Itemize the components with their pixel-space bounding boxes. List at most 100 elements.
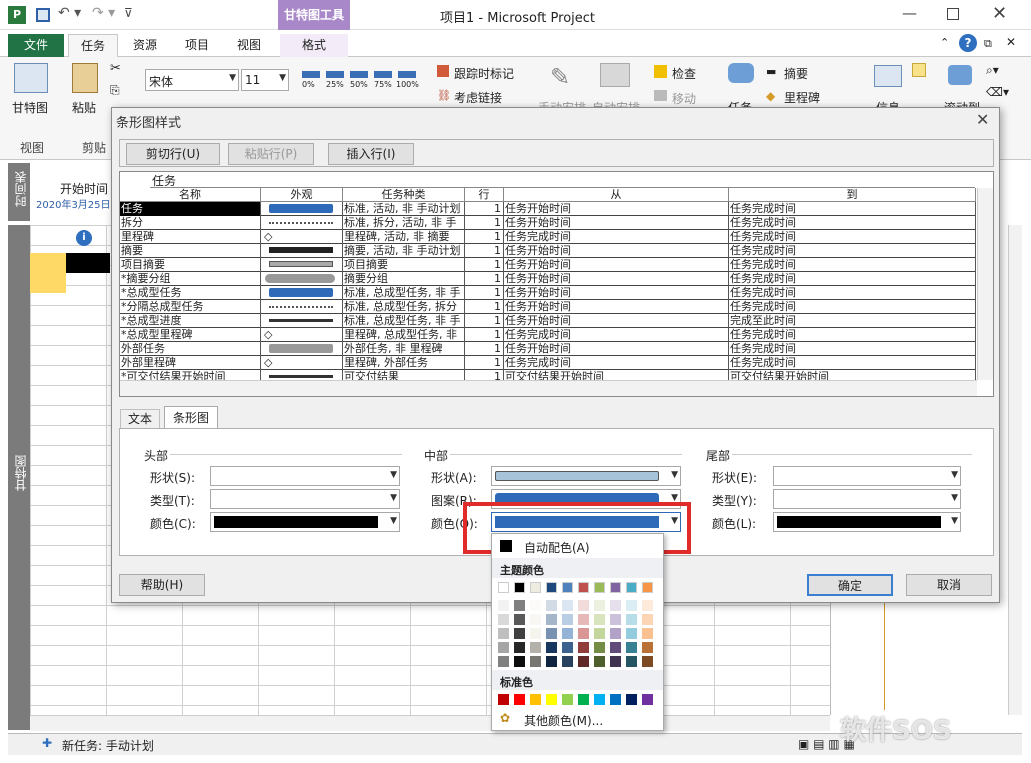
standard-color-swatch[interactable]: [642, 694, 653, 705]
cell-from[interactable]: 任务完成时间: [504, 230, 729, 244]
table-row[interactable]: *总成型进度 标准, 总成型任务, 非 手 1 任务开始时间 完成至此时间: [120, 314, 976, 328]
cell-kind[interactable]: 标准, 总成型任务, 非 手: [343, 286, 465, 300]
table-row[interactable]: 外部任务 外部任务, 非 里程碑 1 任务开始时间 任务完成时间: [120, 342, 976, 356]
theme-color-swatch[interactable]: [498, 614, 509, 625]
standard-color-swatch[interactable]: [514, 694, 525, 705]
cell-name[interactable]: *摘要分组: [120, 272, 261, 286]
gantt-chart-button[interactable]: 甘特图: [12, 99, 48, 116]
redo-icon[interactable]: ↷ ▾: [92, 5, 115, 21]
cell-to[interactable]: 任务完成时间: [729, 300, 976, 314]
new-task-mode[interactable]: 新任务: 手动计划: [62, 737, 154, 754]
table-row[interactable]: *总成型任务 标准, 总成型任务, 非 手 1 任务开始时间 任务完成时间: [120, 286, 976, 300]
cell-appearance[interactable]: [261, 286, 343, 300]
cell-from[interactable]: 任务开始时间: [504, 272, 729, 286]
cell-row[interactable]: 1: [465, 300, 504, 314]
theme-color-swatch[interactable]: [594, 582, 605, 593]
cell-name[interactable]: 摘要: [120, 244, 261, 258]
head-type-select[interactable]: ▼: [210, 489, 400, 509]
table-row[interactable]: 外部里程碑 ◇ 里程碑, 外部任务 1 任务完成时间 任务完成时间: [120, 356, 976, 370]
cell-name[interactable]: *总成型进度: [120, 314, 261, 328]
theme-color-swatch[interactable]: [594, 628, 605, 639]
theme-color-swatch[interactable]: [546, 582, 557, 593]
theme-color-swatch[interactable]: [562, 642, 573, 653]
cell-kind[interactable]: 里程碑, 外部任务: [343, 356, 465, 370]
standard-color-swatch[interactable]: [530, 694, 541, 705]
cell-appearance[interactable]: ◇: [261, 328, 343, 342]
theme-color-swatch[interactable]: [546, 614, 557, 625]
table-row[interactable]: *总成型里程碑 ◇ 里程碑, 总成型任务, 非 1 任务完成时间 任务完成时间: [120, 328, 976, 342]
cell-to[interactable]: 完成至此时间: [729, 314, 976, 328]
theme-color-swatch[interactable]: [530, 614, 541, 625]
pct-100-button[interactable]: 100%: [396, 80, 419, 89]
entry-cell[interactable]: 任务: [150, 172, 975, 188]
more-colors-option[interactable]: 其他颜色(M)...: [524, 712, 603, 729]
theme-color-swatch[interactable]: [514, 600, 525, 611]
cell-appearance[interactable]: ◇: [261, 230, 343, 244]
selected-cell[interactable]: [66, 253, 110, 273]
theme-color-swatch[interactable]: [578, 614, 589, 625]
font-name-select[interactable]: 宋体 ▼: [145, 69, 239, 91]
theme-color-swatch[interactable]: [514, 656, 525, 667]
theme-color-swatch[interactable]: [530, 656, 541, 667]
cell-appearance[interactable]: [261, 202, 343, 216]
theme-color-swatch[interactable]: [626, 656, 637, 667]
table-row[interactable]: *分隔总成型任务 标准, 总成型任务, 拆分 1 任务开始时间 任务完成时间: [120, 300, 976, 314]
close-icon[interactable]: ✕: [992, 3, 1007, 24]
cell-appearance[interactable]: [261, 300, 343, 314]
cell-to[interactable]: 任务完成时间: [729, 272, 976, 286]
table-vscroll[interactable]: [977, 188, 993, 380]
milestone-button[interactable]: 里程碑: [784, 89, 820, 106]
pct-0-bar-icon[interactable]: [302, 71, 320, 78]
tab-bar[interactable]: 条形图: [164, 406, 218, 429]
gantt-side-tab[interactable]: 甘特图: [8, 225, 30, 730]
theme-color-swatch[interactable]: [514, 582, 525, 593]
cell-name[interactable]: 里程碑: [120, 230, 261, 244]
pct-0-button[interactable]: 0%: [302, 80, 315, 89]
cell-kind[interactable]: 摘要, 活动, 非 手动计划: [343, 244, 465, 258]
theme-color-swatch[interactable]: [610, 628, 621, 639]
theme-color-swatch[interactable]: [530, 628, 541, 639]
cut-row-button[interactable]: 剪切行(U): [126, 143, 220, 165]
head-color-select[interactable]: ▼: [210, 512, 400, 532]
standard-color-swatch[interactable]: [546, 694, 557, 705]
cell-name[interactable]: *分隔总成型任务: [120, 300, 261, 314]
vertical-scrollbar[interactable]: [1008, 225, 1022, 715]
table-row[interactable]: 摘要 摘要, 活动, 非 手动计划 1 任务开始时间 任务完成时间: [120, 244, 976, 258]
cell-from[interactable]: 任务开始时间: [504, 244, 729, 258]
theme-color-swatch[interactable]: [498, 600, 509, 611]
standard-color-swatch[interactable]: [578, 694, 589, 705]
cell-to[interactable]: 任务完成时间: [729, 342, 976, 356]
theme-color-swatch[interactable]: [578, 600, 589, 611]
ribbon-collapse-icon[interactable]: ⌃: [940, 36, 949, 49]
help-button[interactable]: 帮助(H): [119, 574, 205, 596]
theme-color-swatch[interactable]: [546, 642, 557, 653]
dialog-close-icon[interactable]: ✕: [976, 110, 989, 129]
tab-format[interactable]: 格式: [280, 34, 348, 57]
theme-color-swatch[interactable]: [562, 628, 573, 639]
cell-kind[interactable]: 里程碑, 活动, 非 摘要: [343, 230, 465, 244]
theme-color-swatch[interactable]: [642, 582, 653, 593]
summary-button[interactable]: 摘要: [784, 65, 808, 82]
cut-icon[interactable]: ✂: [110, 61, 121, 76]
cell-to[interactable]: 任务完成时间: [729, 328, 976, 342]
cell-row[interactable]: 1: [465, 356, 504, 370]
theme-color-swatch[interactable]: [626, 628, 637, 639]
clear-icon[interactable]: ⌫▾: [986, 85, 1009, 99]
table-row[interactable]: 里程碑 ◇ 里程碑, 活动, 非 摘要 1 任务完成时间 任务完成时间: [120, 230, 976, 244]
cell-appearance[interactable]: [261, 258, 343, 272]
respect-links-button[interactable]: 考虑链接: [454, 89, 502, 106]
theme-color-swatch[interactable]: [498, 628, 509, 639]
theme-color-swatch[interactable]: [578, 582, 589, 593]
find-icon[interactable]: ⌕▾: [986, 63, 999, 78]
theme-color-swatch[interactable]: [562, 656, 573, 667]
theme-color-swatch[interactable]: [626, 642, 637, 653]
cell-row[interactable]: 1: [465, 286, 504, 300]
cell-to[interactable]: 任务完成时间: [729, 216, 976, 230]
theme-color-swatch[interactable]: [610, 582, 621, 593]
theme-color-swatch[interactable]: [610, 600, 621, 611]
cell-name[interactable]: 任务: [120, 202, 261, 216]
cell-from[interactable]: 任务开始时间: [504, 342, 729, 356]
horizontal-scrollbar[interactable]: [30, 715, 830, 731]
insert-row-button[interactable]: 插入行(I): [328, 143, 414, 165]
theme-color-swatch[interactable]: [594, 642, 605, 653]
